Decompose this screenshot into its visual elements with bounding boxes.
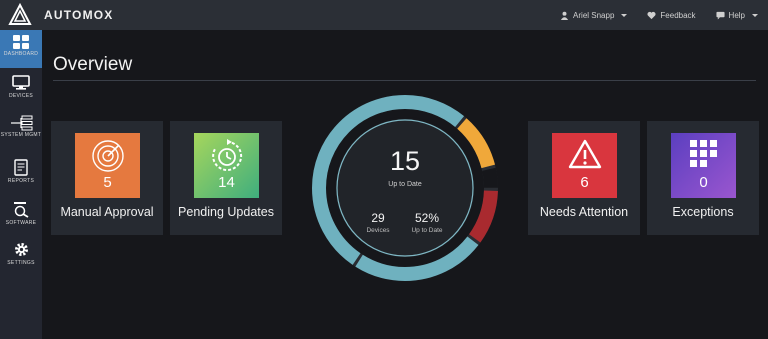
pending-updates-label: Pending Updates (178, 205, 274, 219)
donut-center: 15 Up to Date 29 Devices 52% Up to Date (336, 119, 474, 257)
needs-attention-label: Needs Attention (539, 205, 629, 219)
sidebar-item-label: SOFTWARE (5, 220, 37, 226)
feedback-label: Feedback (660, 10, 696, 20)
brand-name: AUTOMOX (44, 8, 114, 22)
sidebar-item-label: DASHBOARD (3, 51, 39, 57)
radar-icon (91, 140, 124, 172)
percent-stat: 52% Up to Date (402, 211, 452, 234)
exceptions-tile: 0 (671, 133, 736, 198)
percent-value: 52% (414, 211, 440, 225)
devices-label: Devices (366, 227, 390, 234)
needs-attention-card[interactable]: 6 Needs Attention (528, 121, 640, 235)
system-tree-icon (11, 115, 33, 131)
page-title: Overview (53, 54, 133, 75)
user-icon (560, 11, 569, 20)
top-nav: Ariel Snapp Feedback Help (560, 0, 758, 30)
sidebar-item-dashboard[interactable]: DASHBOARD (0, 30, 42, 68)
pending-updates-card[interactable]: 14 Pending Updates (170, 121, 282, 235)
up-to-date-count: 15 (389, 146, 421, 176)
keypad-icon (689, 140, 717, 167)
sidebar-item-settings[interactable]: SETTINGS (0, 236, 42, 274)
report-icon (14, 159, 28, 176)
timer-icon (211, 139, 242, 171)
sidebar-item-system-mgmt[interactable]: SYSTEM MGMT (0, 110, 42, 148)
dashboard-grid-icon (13, 35, 29, 49)
sidebar-item-software[interactable]: SOFTWARE (0, 196, 42, 234)
sidebar-item-label: REPORTS (7, 178, 35, 184)
warning-icon (568, 139, 601, 169)
sidebar-item-label: DEVICES (8, 93, 34, 99)
needs-attention-tile: 6 (552, 133, 617, 198)
sidebar-item-reports[interactable]: REPORTS (0, 154, 42, 192)
user-name: Ariel Snapp (573, 10, 615, 20)
title-divider (53, 80, 756, 81)
user-menu[interactable]: Ariel Snapp (560, 10, 628, 20)
chevron-down-icon (752, 13, 758, 17)
top-bar: AUTOMOX Ariel Snapp Feedback Help (0, 0, 768, 30)
manual-approval-count: 5 (103, 174, 112, 191)
needs-attention-count: 6 (580, 174, 589, 191)
sidebar-item-label: SETTINGS (7, 260, 35, 266)
chat-bubble-icon (715, 11, 725, 20)
exceptions-card[interactable]: 0 Exceptions (647, 121, 759, 235)
manual-approval-card[interactable]: 5 Manual Approval (51, 121, 163, 235)
devices-count: 29 (371, 211, 385, 225)
help-label: Help (728, 10, 745, 20)
sidebar-item-devices[interactable]: DEVICES (0, 70, 42, 108)
manual-approval-tile: 5 (75, 133, 140, 198)
pending-updates-count: 14 (218, 174, 235, 191)
manual-approval-label: Manual Approval (60, 205, 154, 219)
automox-logo-icon[interactable] (8, 3, 32, 27)
sidebar: DASHBOARD DEVICES SYSTEM MGMT REPORTS SO… (0, 30, 42, 339)
help-menu[interactable]: Help (715, 10, 758, 20)
percent-label: Up to Date (411, 227, 443, 234)
devices-stat: 29 Devices (353, 211, 403, 234)
gear-icon (14, 243, 28, 256)
chevron-down-icon (621, 13, 628, 17)
up-to-date-label: Up to Date (388, 181, 422, 188)
monitor-icon (12, 75, 30, 90)
pending-updates-tile: 14 (194, 133, 259, 198)
feedback-link[interactable]: Feedback (647, 10, 696, 20)
heart-icon (647, 11, 656, 19)
exceptions-count: 0 (699, 174, 708, 191)
exceptions-label: Exceptions (672, 205, 734, 219)
software-icon (14, 202, 29, 218)
sidebar-item-label: SYSTEM MGMT (0, 132, 42, 138)
